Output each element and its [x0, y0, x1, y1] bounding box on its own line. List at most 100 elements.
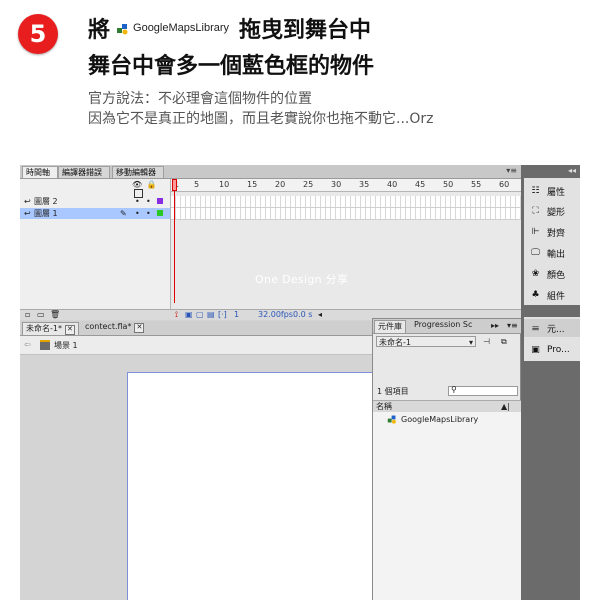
pasteboard	[20, 355, 376, 600]
back-arrow-icon[interactable]: ⇦	[24, 340, 31, 349]
scene-icon	[40, 340, 50, 350]
components-icon: ♣	[531, 290, 540, 300]
sort-icon[interactable]: ▲|	[501, 401, 510, 412]
ruler-tick: 30	[331, 180, 342, 189]
layer-list: 👁 🔒 ↩ 圖層 2 • • ↩ 圖層 1 ✎ • •	[20, 179, 171, 309]
eye-icon[interactable]: 👁	[132, 180, 142, 189]
dock-button-properties[interactable]: ☷ 屬性	[524, 182, 580, 200]
layer-row[interactable]: ↩ 圖層 2 • •	[20, 196, 170, 207]
dock-button-label: 元...	[547, 324, 565, 335]
frame-ruler[interactable]: 1 5 10 15 20 25 30 35 40 45 50 55 60	[171, 179, 521, 192]
ruler-tick: 35	[359, 180, 370, 189]
document-icon: ▣	[531, 345, 540, 355]
ruler-tick: 25	[303, 180, 314, 189]
timeline-tab-bar: 時間軸 編譯器錯誤 移動編輯器 ▾≡	[20, 165, 521, 179]
frame-row[interactable]	[171, 208, 521, 220]
close-icon[interactable]: ✕	[134, 323, 145, 333]
edit-multiple-frames-icon[interactable]: ▤	[207, 310, 215, 319]
dock-button-label: 屬性	[547, 187, 566, 198]
tab-timeline[interactable]: 時間軸	[22, 166, 58, 178]
watermark-text: One Design 分享	[255, 273, 349, 286]
dock-button-align[interactable]: ⊩ 對齊	[524, 223, 580, 241]
tab-overflow-icon[interactable]: ▸▸	[491, 321, 499, 330]
layer-color-swatch[interactable]	[157, 198, 163, 204]
ruler-tick: 55	[471, 180, 482, 189]
layer-name: 圖層 1	[34, 209, 58, 218]
tab-compiler-errors[interactable]: 編譯器錯誤	[58, 166, 110, 178]
delete-layer-icon[interactable]: 🗑	[50, 310, 60, 319]
layer-name: 圖層 2	[34, 197, 58, 206]
modify-markers-icon[interactable]: [·]	[218, 310, 227, 319]
pin-icon[interactable]: ⊣	[483, 337, 490, 346]
dock-button-label: 輸出	[547, 249, 566, 260]
heading-line-2: 舞台中會多一個藍色框的物件	[88, 54, 375, 79]
ruler-tick: 45	[415, 180, 426, 189]
layer-color-swatch[interactable]	[157, 210, 163, 216]
tab-document-contect[interactable]: contect.fla* ✕	[82, 322, 147, 334]
ruler-tick: 5	[194, 180, 200, 189]
scroll-left-icon[interactable]: ◂	[318, 310, 322, 319]
library-count-row: 1 個項目 ⚲	[373, 385, 522, 398]
dock-button-group: ☷ 屬性 ⛶ 變形 ⊩ 對齊 🖵 輸出 ❀ 顏色 ♣ 組件	[524, 178, 580, 305]
edit-bar: ⇦ 場景 1	[20, 336, 375, 355]
playhead[interactable]	[172, 179, 177, 191]
library-tab-bar: 元件庫 Progression Sc ▸▸ ▾≡	[373, 319, 522, 334]
panel-menu-icon[interactable]: ▾≡	[506, 166, 517, 175]
close-icon[interactable]: ✕	[64, 325, 75, 335]
library-document-select[interactable]: 未命名-1 ▾	[376, 336, 476, 347]
description-line-1: 官方說法：不必理會這個物件的位置	[88, 91, 312, 107]
library-document-value: 未命名-1	[379, 338, 411, 347]
pencil-icon: ✎	[120, 209, 127, 218]
panel-menu-icon[interactable]: ▾≡	[507, 321, 518, 330]
onion-outline-icon[interactable]: ▢	[196, 310, 204, 319]
tab-library[interactable]: 元件庫	[374, 320, 406, 333]
dock-button-transform[interactable]: ⛶ 變形	[524, 202, 580, 220]
new-library-panel-icon[interactable]: ⧉	[501, 337, 507, 347]
collapse-icon[interactable]: ◂◂	[568, 166, 576, 175]
tab-progression[interactable]: Progression Sc	[411, 320, 475, 332]
dock-button-label: Pro...	[547, 345, 570, 355]
properties-icon: ☷	[531, 186, 540, 196]
scene-label[interactable]: 場景 1	[54, 340, 78, 351]
flash-ide-window: 時間軸 編譯器錯誤 移動編輯器 ▾≡ 👁 🔒 ↩ 圖層 2 • • ↩ 圖層 1…	[20, 165, 580, 600]
tab-document-untitled[interactable]: 未命名-1* ✕	[22, 322, 79, 335]
column-name[interactable]: 名稱	[376, 401, 392, 412]
library-name: GoogleMapsLibrary	[133, 22, 230, 34]
lock-icon[interactable]: 🔒	[147, 180, 157, 189]
visibility-dot[interactable]: •	[135, 196, 140, 207]
palette-icon: ❀	[531, 269, 540, 279]
description-line-2: 因為它不是真正的地圖，而且老實說你也拖不動它...Orz	[88, 111, 434, 127]
library-search-input[interactable]: ⚲	[448, 385, 518, 396]
layer-row-selected[interactable]: ↩ 圖層 1 ✎ • •	[20, 208, 170, 219]
dock-button-components[interactable]: ♣ 組件	[524, 286, 580, 304]
lock-dot[interactable]: •	[146, 208, 151, 219]
timeline-panel: 👁 🔒 ↩ 圖層 2 • • ↩ 圖層 1 ✎ • • 1	[20, 179, 521, 309]
playhead-line	[174, 191, 175, 303]
fps-value: 32.00fps	[258, 310, 293, 319]
ruler-tick: 10	[219, 180, 230, 189]
layer-icon: ↩	[24, 197, 31, 206]
transform-icon: ⛶	[532, 206, 539, 216]
library-item-name: GoogleMapsLibrary	[401, 414, 479, 424]
visibility-dot[interactable]: •	[135, 208, 140, 219]
dock-button-color[interactable]: ❀ 顏色	[524, 265, 580, 283]
stage[interactable]	[127, 372, 376, 600]
frame-row[interactable]	[171, 196, 521, 208]
library-icon: 𝍢	[531, 323, 540, 333]
dock-button-progression[interactable]: ▣ Pro...	[524, 341, 580, 359]
ruler-tick: 50	[443, 180, 454, 189]
lock-dot[interactable]: •	[146, 196, 151, 207]
monitor-icon: 🖵	[531, 248, 540, 258]
dock-button-output[interactable]: 🖵 輸出	[524, 244, 580, 262]
align-icon: ⊩	[531, 227, 540, 237]
onion-skin-icon[interactable]: ▣	[185, 310, 193, 319]
new-folder-icon[interactable]: ▭	[37, 310, 45, 319]
library-item[interactable]: GoogleMapsLibrary	[387, 414, 478, 424]
dock-button-library[interactable]: 𝍢 元...	[524, 319, 580, 337]
new-layer-icon[interactable]: ▫	[25, 310, 30, 319]
document-tab-bar: 未命名-1* ✕ contect.fla* ✕	[20, 321, 375, 336]
tab-motion-editor[interactable]: 移動編輯器	[112, 166, 164, 178]
frame-grid[interactable]: 1 5 10 15 20 25 30 35 40 45 50 55 60	[171, 179, 521, 309]
document-tab-label: contect.fla*	[85, 322, 132, 331]
center-frame-icon[interactable]: ⟟	[175, 310, 178, 320]
